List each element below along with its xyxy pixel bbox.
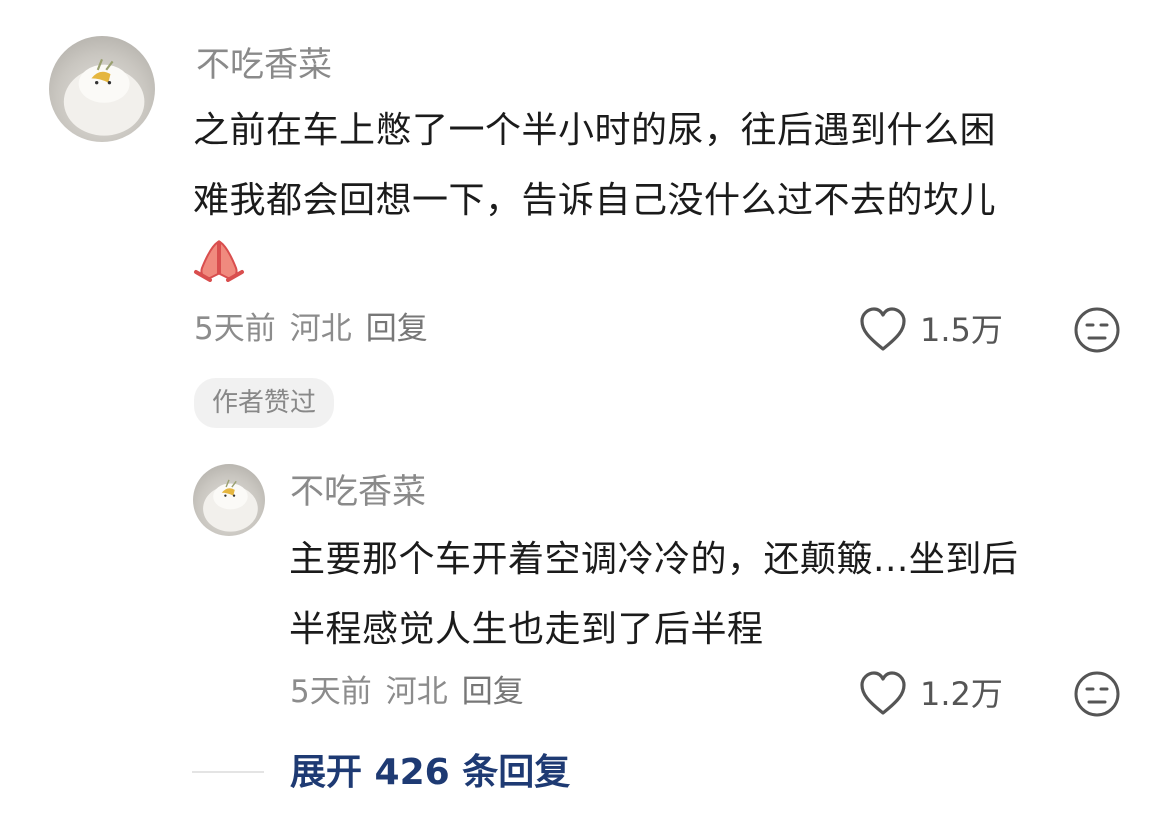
comment-like-count: 1.5万 bbox=[920, 311, 1003, 349]
heart-icon bbox=[860, 307, 906, 351]
avatar-image bbox=[63, 58, 145, 136]
expand-divider bbox=[192, 771, 264, 773]
reply-text-line-1: 主要那个车开着空调冷冷的，还颠簸...坐到后 bbox=[289, 539, 1019, 580]
reply-like-button[interactable] bbox=[858, 670, 908, 718]
comment-text-line-1: 之前在车上憋了一个半小时的尿，往后遇到什么困 bbox=[193, 110, 997, 151]
heart-icon bbox=[860, 671, 906, 715]
comment-username[interactable]: 不吃香菜 bbox=[196, 45, 332, 85]
expand-replies-button[interactable]: 展开 426 条回复 bbox=[290, 751, 570, 795]
comment-reply-button[interactable]: 回复 bbox=[366, 311, 428, 347]
reply-text-line-2: 半程感觉人生也走到了后半程 bbox=[289, 609, 764, 650]
reply-time: 5天前 bbox=[290, 674, 372, 710]
comment-text-line-2: 难我都会回想一下，告诉自己没什么过不去的坎儿 bbox=[193, 180, 997, 221]
reply-username[interactable]: 不吃香菜 bbox=[290, 472, 426, 512]
reply-like-count: 1.2万 bbox=[920, 675, 1003, 713]
comment-dislike-button[interactable] bbox=[1073, 306, 1121, 354]
author-liked-badge: 作者赞过 bbox=[194, 378, 335, 428]
pray-hands-icon bbox=[192, 238, 246, 282]
neutral-face-icon bbox=[1074, 307, 1120, 353]
reply-dislike-button[interactable] bbox=[1073, 670, 1121, 718]
neutral-face-icon bbox=[1074, 671, 1120, 717]
comment-text[interactable]: 之前在车上憋了一个半小时的尿，往后遇到什么困 难我都会回想一下，告诉自己没什么过… bbox=[193, 96, 1133, 236]
comment-time: 5天前 bbox=[194, 311, 276, 347]
comment-like-button[interactable] bbox=[858, 306, 908, 354]
reply-text[interactable]: 主要那个车开着空调冷冷的，还颠簸...坐到后 半程感觉人生也走到了后半程 bbox=[289, 525, 1149, 665]
reply-avatar[interactable] bbox=[193, 464, 265, 536]
reply-location: 河北 bbox=[385, 674, 448, 710]
comment-meta: 5天前 河北 回复 bbox=[194, 311, 442, 347]
reply-reply-button[interactable]: 回复 bbox=[462, 674, 524, 710]
comment-avatar[interactable] bbox=[49, 36, 155, 142]
avatar-image bbox=[203, 479, 258, 532]
comment-location: 河北 bbox=[289, 311, 352, 347]
reply-meta: 5天前 河北 回复 bbox=[290, 674, 538, 710]
